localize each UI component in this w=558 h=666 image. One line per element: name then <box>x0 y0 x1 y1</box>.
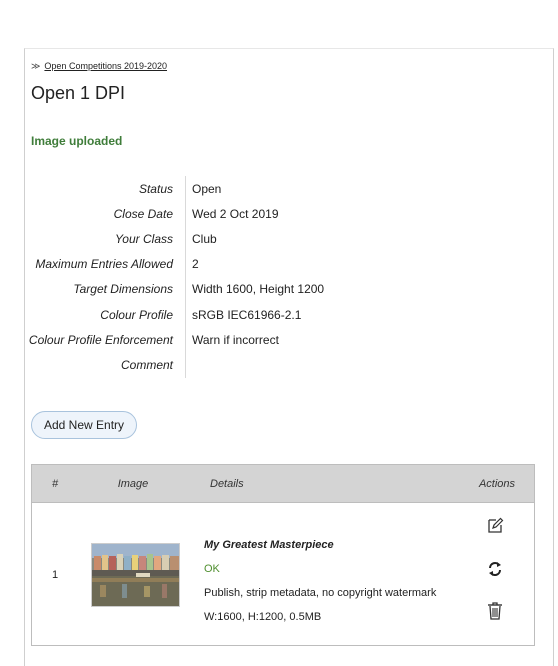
entries-table: # Image Details Actions 1 My Greatest Ma… <box>31 464 535 646</box>
info-value: Wed 2 Oct 2019 <box>185 201 279 227</box>
entry-options: Publish, strip metadata, no copyright wa… <box>204 587 437 599</box>
entry-meta: W:1600, H:1200, 0.5MB <box>204 611 322 623</box>
info-row-colour-profile: Colour Profile sRGB IEC61966-2.1 <box>25 301 324 328</box>
breadcrumb-link[interactable]: Open Competitions 2019-2020 <box>44 61 167 71</box>
info-label: Target Dimensions <box>73 282 173 297</box>
entry-thumbnail[interactable] <box>91 543 180 607</box>
info-row-status: Status Open <box>25 176 324 202</box>
info-value: Club <box>185 226 217 252</box>
harbour-thumbnail-image <box>92 544 179 606</box>
header-actions: Actions <box>478 477 516 490</box>
info-row-profile-enforcement: Colour Profile Enforcement Warn if incor… <box>25 327 324 353</box>
info-value: sRGB IEC61966-2.1 <box>185 301 301 328</box>
info-value: Width 1600, Height 1200 <box>185 276 324 302</box>
info-label: Your Class <box>114 231 173 246</box>
info-row-comment: Comment <box>25 352 324 378</box>
breadcrumb: ≫ Open Competitions 2019-2020 <box>31 61 167 72</box>
info-label: Colour Profile Enforcement <box>28 332 173 347</box>
edit-icon <box>488 517 504 533</box>
breadcrumb-arrow: ≫ <box>31 61 41 71</box>
competition-info: Status Open Close Date Wed 2 Oct 2019 Yo… <box>25 176 324 378</box>
info-label: Colour Profile <box>100 307 173 322</box>
header-details: Details <box>210 477 244 490</box>
table-header: # Image Details Actions <box>32 465 534 503</box>
delete-button[interactable] <box>484 600 506 622</box>
page-title: Open 1 DPI <box>31 83 126 103</box>
trash-icon <box>488 602 502 620</box>
entry-number: 1 <box>52 569 59 581</box>
entry-status: OK <box>204 563 220 575</box>
info-row-max-entries: Maximum Entries Allowed 2 <box>25 251 324 277</box>
info-label: Comment <box>120 357 173 372</box>
add-new-entry-button[interactable]: Add New Entry <box>31 411 138 439</box>
entry-title: My Greatest Masterpiece <box>204 539 334 551</box>
refresh-icon <box>489 562 501 576</box>
table-row: 1 My Greatest Masterpiece OK Publish, st… <box>32 503 534 646</box>
info-row-class: Your Class Club <box>25 226 324 252</box>
competition-panel: ≫ Open Competitions 2019-2020 Open 1 DPI … <box>24 48 554 666</box>
entry-details: My Greatest Masterpiece OK Publish, stri… <box>204 533 436 629</box>
info-label: Maximum Entries Allowed <box>35 257 173 272</box>
info-row-dimensions: Target Dimensions Width 1600, Height 120… <box>25 276 324 302</box>
replace-image-button[interactable] <box>484 558 506 580</box>
info-value: 2 <box>185 251 199 277</box>
header-number: # <box>51 477 59 490</box>
info-label: Status <box>138 181 173 196</box>
header-image: Image <box>117 477 149 490</box>
info-value: Warn if incorrect <box>185 327 279 353</box>
info-row-close-date: Close Date Wed 2 Oct 2019 <box>25 201 324 227</box>
edit-button[interactable] <box>484 515 506 537</box>
status-message: Image uploaded <box>31 134 123 148</box>
info-value: Open <box>185 176 221 202</box>
info-label: Close Date <box>113 206 173 221</box>
info-value <box>185 352 192 378</box>
